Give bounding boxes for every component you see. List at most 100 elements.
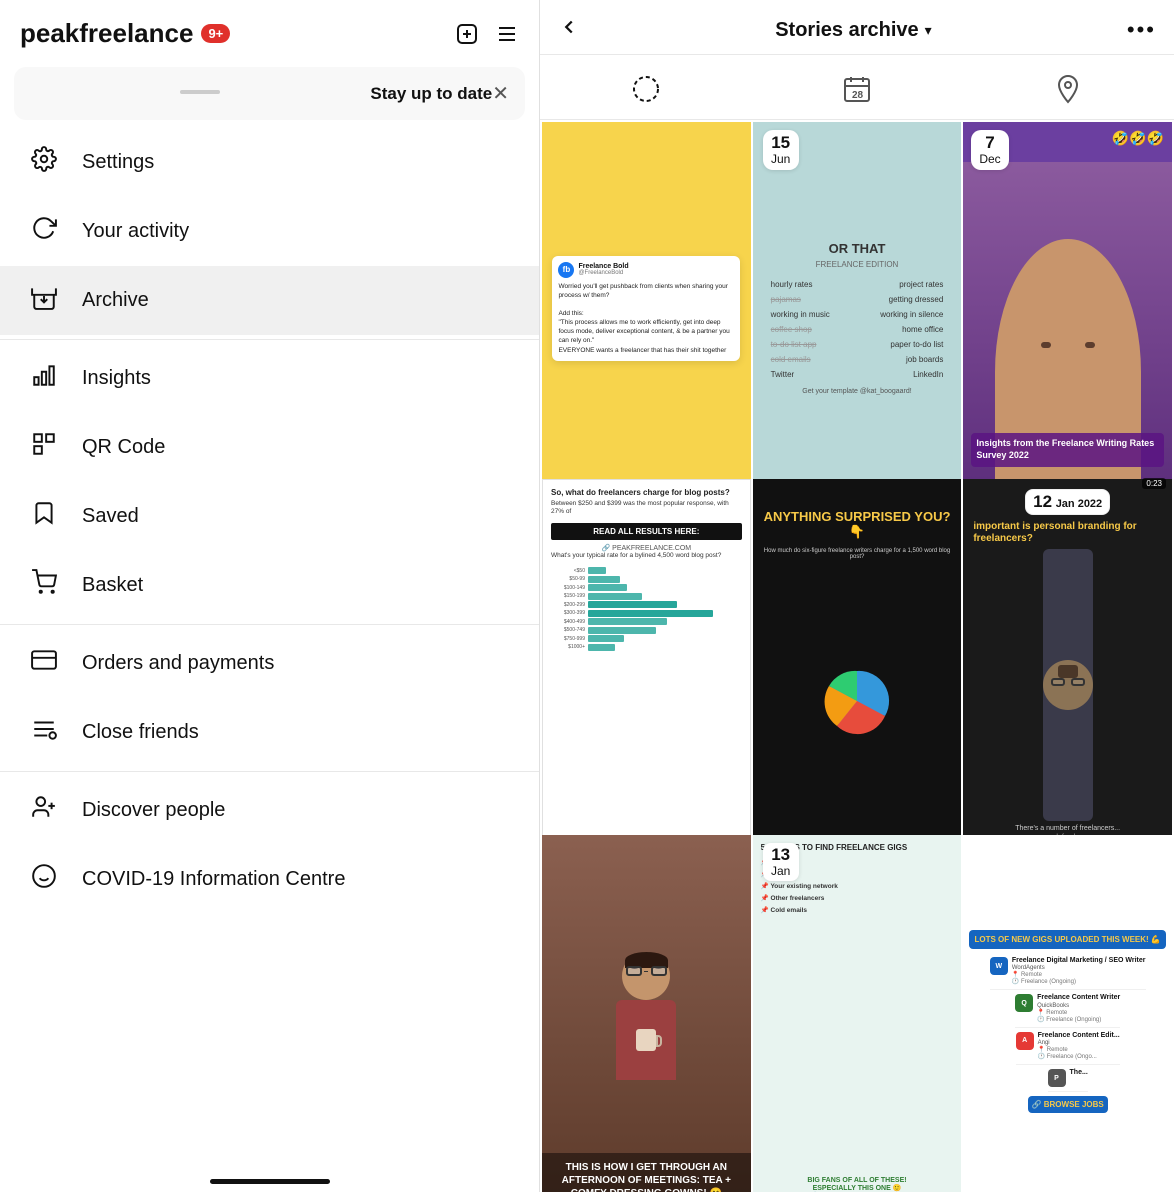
sidebar-item-basket[interactable]: Basket — [0, 551, 539, 620]
story-thumb-6[interactable]: 12 Jan 2022 important is personal brandi… — [963, 479, 1172, 852]
sidebar-item-insights[interactable]: Insights — [0, 344, 539, 413]
story-thumb-1[interactable]: fb Freelance Bold @FreelanceBold Worried… — [542, 122, 751, 495]
covid-label: COVID-19 Information Centre — [82, 868, 345, 891]
qr-code-icon — [28, 431, 60, 464]
stories-title: Stories archive — [775, 19, 918, 42]
archive-nav-stories[interactable] — [610, 69, 682, 109]
gigs-card: 13 Jan 5 PLACES TO FIND FREELANCE GIGS 📌… — [753, 835, 962, 1192]
saved-icon — [28, 500, 60, 533]
stay-banner-text: Stay up to date — [370, 84, 492, 104]
fb-logo: fb — [558, 262, 574, 278]
browse-jobs-banner: 🔗 BROWSE JOBS — [1028, 1096, 1108, 1113]
story-date-badge-3: 7 Dec — [971, 130, 1008, 170]
gigs-footer: BIG FANS OF ALL OF THESE!ESPECIALLY THIS… — [761, 1177, 954, 1192]
sidebar-item-your-activity[interactable]: Your activity — [0, 197, 539, 266]
or-that-subtitle: FREELANCE EDITION — [763, 260, 952, 269]
bottom-bar — [0, 1160, 539, 1192]
fb-name: Freelance Bold — [578, 263, 628, 270]
archive-icon — [28, 284, 60, 317]
menu-divider-2 — [0, 624, 539, 625]
close-friends-label: Close friends — [82, 721, 199, 744]
chevron-down-icon: ▾ — [925, 22, 932, 39]
scroll-indicator — [180, 90, 220, 94]
sidebar-item-saved[interactable]: Saved — [0, 482, 539, 551]
close-banner-button[interactable]: ✕ — [492, 81, 509, 106]
menu-button[interactable] — [495, 22, 519, 46]
or-that-title: OR THAT — [763, 241, 952, 256]
insights-label: Insights — [82, 367, 151, 390]
read-all-btn: READ ALL RESULTS HERE: — [551, 523, 742, 540]
app-title: peakfreelance — [20, 18, 193, 49]
archive-label: Archive — [82, 289, 149, 312]
job-entry-4: P The... — [1048, 1065, 1088, 1092]
left-panel: peakfreelance 9+ Stay up to date ✕ — [0, 0, 540, 1192]
sidebar-item-discover-people[interactable]: Discover people — [0, 776, 539, 845]
pb-subtitle: There's a number of freelancers... — [1015, 825, 1120, 832]
video-duration-3: 0:23 — [1142, 478, 1166, 489]
job-entry-2: Q Freelance Content Writer QuickBooks 📍 … — [1015, 990, 1120, 1027]
jobs-banner: LOTS OF NEW GIGS UPLOADED THIS WEEK! 💪 — [969, 930, 1165, 949]
story-date-badge-6: 12 Jan 2022 — [1025, 489, 1110, 516]
svg-text:28: 28 — [852, 90, 864, 101]
sidebar-item-orders[interactable]: Orders and payments — [0, 629, 539, 698]
stay-banner: Stay up to date ✕ — [14, 67, 525, 120]
more-options-button[interactable]: ••• — [1127, 17, 1156, 43]
covid-icon — [28, 863, 60, 896]
sidebar-item-covid[interactable]: COVID-19 Information Centre — [0, 845, 539, 914]
or-that-footer: Get your template @kat_boogaard! — [763, 388, 952, 395]
discover-people-icon — [28, 794, 60, 827]
orders-icon — [28, 647, 60, 680]
archive-nav: 28 — [540, 55, 1174, 120]
stories-title-dropdown[interactable]: Stories archive ▾ — [775, 19, 931, 42]
close-friends-icon — [28, 716, 60, 749]
basket-icon — [28, 569, 60, 602]
sidebar-item-archive[interactable]: Archive — [0, 266, 539, 335]
afternoon-overlay: THIS IS HOW I GET THROUGH AN AFTERNOON O… — [542, 1153, 751, 1192]
settings-label: Settings — [82, 151, 154, 174]
story-thumb-3[interactable]: 7 Dec 🤣🤣🤣 Insights from the Freelance Wr… — [963, 122, 1172, 495]
story-thumb-9[interactable]: LOTS OF NEW GIGS UPLOADED THIS WEEK! 💪 W… — [963, 835, 1172, 1192]
freelance-card: So, what do freelancers charge for blog … — [543, 480, 750, 851]
chart-question: What's your typical rate for a bylined 4… — [551, 552, 742, 560]
story-thumb-8[interactable]: 13 Jan 5 PLACES TO FIND FREELANCE GIGS 📌… — [753, 835, 962, 1192]
fb-text: Worried you'll get pushback from clients… — [558, 282, 734, 355]
menu-divider-1 — [0, 339, 539, 340]
freelance-text: Between $250 and $399 was the most popul… — [551, 500, 742, 517]
orders-label: Orders and payments — [82, 652, 274, 675]
saved-label: Saved — [82, 505, 139, 528]
story-thumb-2[interactable]: 15 Jun OR THAT FREELANCE EDITION hourly … — [753, 122, 962, 495]
basket-label: Basket — [82, 574, 143, 597]
fb-handle: @FreelanceBold — [578, 270, 628, 276]
chart-label: How much do six-figure freelance writers… — [763, 548, 952, 560]
story-thumb-5[interactable]: ANYTHING SURPRISED YOU? 👇 How much do si… — [753, 479, 962, 852]
freelance-title: So, what do freelancers charge for blog … — [551, 488, 742, 497]
back-button[interactable] — [558, 16, 580, 44]
app-header: peakfreelance 9+ — [0, 0, 539, 59]
archive-nav-calendar[interactable]: 28 — [821, 69, 893, 109]
discover-people-label: Discover people — [82, 799, 225, 822]
sidebar-item-close-friends[interactable]: Close friends — [0, 698, 539, 767]
app-title-row: peakfreelance 9+ — [20, 18, 230, 49]
story-date-badge-2: 15 Jun — [763, 130, 799, 170]
settings-icon — [28, 146, 60, 179]
sidebar-item-settings[interactable]: Settings — [0, 128, 539, 197]
notification-badge: 9+ — [201, 24, 230, 43]
story-thumb-4[interactable]: So, what do freelancers charge for blog … — [542, 479, 751, 852]
job-entry-1: W Freelance Digital Marketing / SEO Writ… — [990, 953, 1146, 990]
archive-nav-location[interactable] — [1032, 69, 1104, 109]
menu-divider-3 — [0, 771, 539, 772]
fb-card: fb Freelance Bold @FreelanceBold Worried… — [552, 256, 740, 361]
sidebar-item-qr-code[interactable]: QR Code — [0, 413, 539, 482]
job-entry-3: A Freelance Content Edit... Angi 📍 Remot… — [1016, 1028, 1120, 1065]
surprised-text: ANYTHING SURPRISED YOU? 👇 — [763, 509, 952, 540]
add-button[interactable] — [455, 22, 479, 46]
home-indicator — [210, 1179, 330, 1184]
afternoon-text: THIS IS HOW I GET THROUGH AN AFTERNOON O… — [550, 1161, 743, 1192]
stories-grid: fb Freelance Bold @FreelanceBold Worried… — [540, 120, 1174, 1192]
story-thumb-7[interactable]: THIS IS HOW I GET THROUGH AN AFTERNOON O… — [542, 835, 751, 1192]
pb-title: important is personal branding for freel… — [973, 521, 1162, 545]
stories-header: Stories archive ▾ ••• — [540, 0, 1174, 55]
header-icons — [455, 22, 519, 46]
your-activity-icon — [28, 215, 60, 248]
your-activity-label: Your activity — [82, 220, 189, 243]
